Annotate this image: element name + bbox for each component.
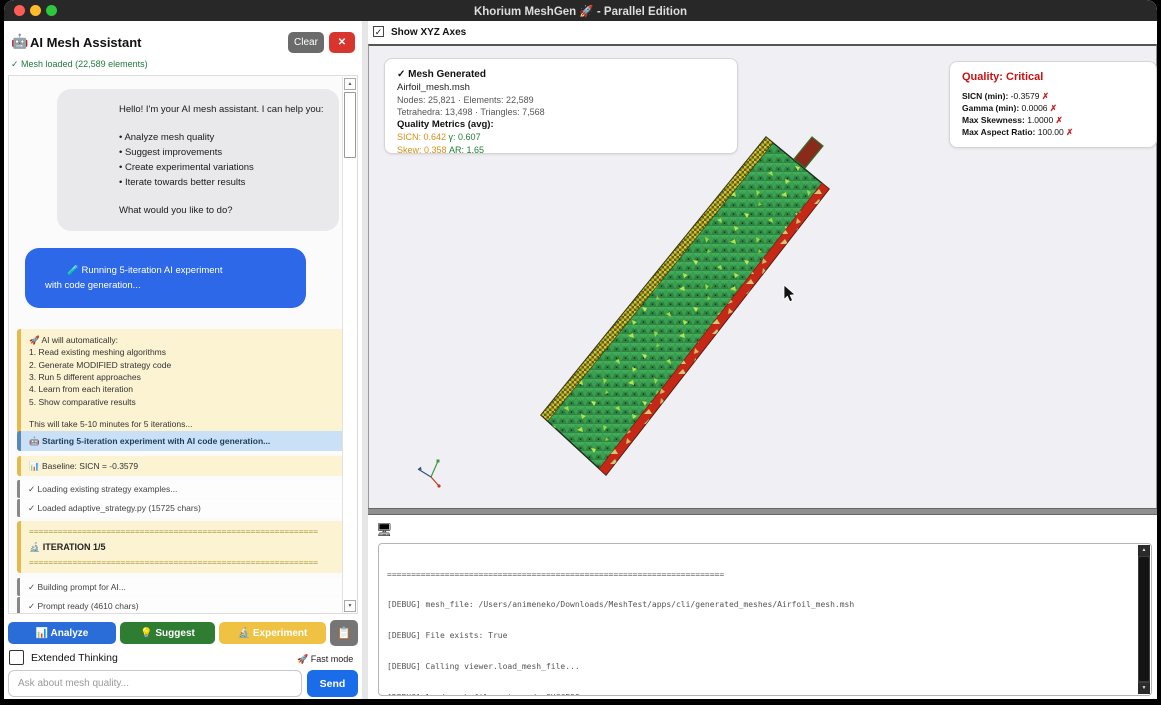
experiment-button[interactable]: 🔬 Experiment — [219, 622, 326, 644]
chat-scrollbar[interactable]: ▲ ▼ — [342, 77, 356, 613]
mesh-loaded-status: ✓ Mesh loaded (22,589 elements) — [11, 59, 148, 69]
quality-report-overlay: Quality: Critical SICN (min): -0.3579 ✗ … — [949, 61, 1157, 148]
mesh-info-overlay: ✓ Mesh Generated Airfoil_mesh.msh Nodes:… — [384, 58, 738, 155]
extended-thinking-checkbox[interactable] — [9, 650, 24, 665]
quality-row: Max Skewness: 1.0000 ✗ — [962, 114, 1063, 125]
suggest-button[interactable]: 💡 Suggest — [120, 622, 215, 644]
status-building: ✓ Building prompt for AI... — [17, 578, 347, 597]
user-message-bubble: 🧪 Running 5-iteration AI experiment with… — [25, 248, 306, 309]
quality-row: SICN (min): -0.3579 ✗ — [962, 90, 1049, 101]
debug-console[interactable]: ========================================… — [378, 543, 1152, 696]
extended-thinking-label: Extended Thinking — [31, 652, 118, 664]
iteration-title: 🔬 ITERATION 1/5 — [29, 541, 106, 552]
chat-scrollbar-thumb[interactable] — [344, 92, 356, 158]
debug-console-log: ========================================… — [387, 569, 855, 695]
show-axes-checkbox[interactable]: ✓ — [373, 26, 384, 37]
iteration-separator: ========================================… — [29, 557, 318, 567]
iteration-separator: ========================================… — [29, 527, 318, 536]
viewer-panel: ✓ Show XYZ Axes ✓ Mesh Generated Airfoil… — [368, 21, 1157, 699]
quality-metrics-header: Quality Metrics (avg): — [397, 118, 494, 130]
welcome-bullet: • Suggest improvements — [119, 147, 223, 158]
quality-row: Max Aspect Ratio: 100.00 ✗ — [962, 126, 1074, 137]
mesh-generated-title: ✓ Mesh Generated — [397, 69, 486, 80]
window-title: Khorium MeshGen 🚀 - Parallel Edition — [473, 6, 688, 18]
title-bar: Khorium MeshGen 🚀 - Parallel Edition — [4, 0, 1157, 21]
welcome-outro: What would you like to do? — [119, 205, 233, 216]
mesh-tets-tris: Tetrahedra: 13,498 · Triangles: 7,568 — [397, 107, 545, 118]
welcome-bullet: • Iterate towards better results — [119, 177, 246, 188]
welcome-bullet: • Analyze mesh quality — [119, 132, 215, 143]
mesh-slab — [540, 136, 830, 477]
auto-plan-line: 4. Learn from each iteration — [29, 384, 133, 395]
auto-plan-line: 5. Show comparative results — [29, 396, 136, 407]
user-message-line2: with code generation... — [45, 280, 141, 292]
auto-plan-line: 1. Read existing meshing algorithms — [29, 347, 167, 358]
viewport-console-splitter[interactable] — [368, 508, 1157, 515]
app-window: Khorium MeshGen 🚀 - Parallel Edition 🤖 A… — [4, 0, 1157, 699]
status-baseline: 📊 Baseline: SICN = -0.3579 — [17, 456, 347, 477]
mouse-cursor-icon — [783, 284, 796, 303]
clear-button[interactable]: Clear — [288, 32, 324, 53]
status-starting: 🤖 Starting 5-iteration experiment with A… — [17, 431, 347, 452]
console-scrollbar-thumb[interactable] — [1139, 557, 1149, 681]
metric-ar: AR: 1.65 — [449, 144, 485, 155]
panel-title: AI Mesh Assistant — [30, 35, 142, 50]
auto-plan-line — [29, 408, 339, 418]
auto-plan-note: 🚀 AI will automatically: 1. Read existin… — [17, 329, 347, 436]
console-scrollbar[interactable]: ▲ ▼ — [1138, 545, 1150, 694]
iteration-banner: ========================================… — [17, 521, 347, 574]
user-message-line1: 🧪 Running 5-iteration AI experiment — [67, 265, 223, 276]
assistant-message-bubble: Hello! I'm your AI mesh assistant. I can… — [57, 89, 339, 231]
status-loaded: ✓ Loaded adaptive_strategy.py (15725 cha… — [17, 499, 347, 518]
xyz-axes-widget — [417, 459, 441, 488]
ai-assistant-panel: 🤖 AI Mesh Assistant Clear ✕ ✓ Mesh loade… — [4, 21, 362, 699]
auto-plan-line: 3. Run 5 different approaches — [29, 371, 141, 382]
auto-plan-line: 2. Generate MODIFIED strategy code — [29, 359, 172, 370]
chat-input[interactable] — [8, 670, 302, 697]
console-scroll-up-icon[interactable]: ▲ — [1138, 545, 1150, 556]
quality-row: Gamma (min): 0.0006 ✗ — [962, 102, 1058, 113]
status-prompt-ready: ✓ Prompt ready (4610 chars) — [17, 597, 347, 613]
fail-mark-icon: ✗ — [1041, 90, 1049, 101]
close-button[interactable]: ✕ — [329, 32, 355, 53]
monitor-icon: 🖥 — [376, 522, 393, 537]
mesh-nodes-elements: Nodes: 25,821 · Elements: 22,589 — [397, 95, 534, 106]
analyze-button[interactable]: 📊 Analyze — [8, 622, 116, 644]
fast-mode-label: 🚀 Fast mode — [297, 654, 354, 664]
robot-icon: 🤖 — [11, 33, 29, 49]
axes-toggle-row: ✓ Show XYZ Axes — [368, 21, 1157, 44]
show-axes-label: Show XYZ Axes — [391, 27, 467, 38]
auto-plan-line: This will take 5-10 minutes for 5 iterat… — [29, 418, 193, 429]
fail-mark-icon: ✗ — [1066, 126, 1074, 137]
chat-area: Hello! I'm your AI mesh assistant. I can… — [8, 75, 358, 614]
status-loading: ✓ Loading existing strategy examples... — [17, 480, 347, 499]
scroll-down-icon[interactable]: ▼ — [344, 600, 356, 612]
welcome-bullet: • Create experimental variations — [119, 162, 254, 173]
scroll-up-icon[interactable]: ▲ — [344, 78, 356, 90]
mesh-viewport[interactable]: ✓ Mesh Generated Airfoil_mesh.msh Nodes:… — [368, 44, 1157, 508]
metric-gamma: γ: 0.607 — [448, 132, 481, 143]
metric-sicn: SICN: 0.642 — [397, 132, 447, 143]
quality-title: Quality: Critical — [962, 71, 1044, 83]
fail-mark-icon: ✗ — [1049, 102, 1058, 113]
fail-mark-icon: ✗ — [1055, 114, 1063, 125]
metric-skew: Skew: 0.358 — [397, 144, 447, 155]
console-scroll-down-icon[interactable]: ▼ — [1138, 683, 1150, 694]
welcome-intro: Hello! I'm your AI mesh assistant. I can… — [119, 104, 324, 115]
clipboard-button[interactable]: 📋 — [330, 620, 358, 646]
mesh-filename: Airfoil_mesh.msh — [397, 81, 470, 93]
auto-plan-line: 🚀 AI will automatically: — [29, 335, 119, 345]
send-button[interactable]: Send — [307, 670, 358, 697]
